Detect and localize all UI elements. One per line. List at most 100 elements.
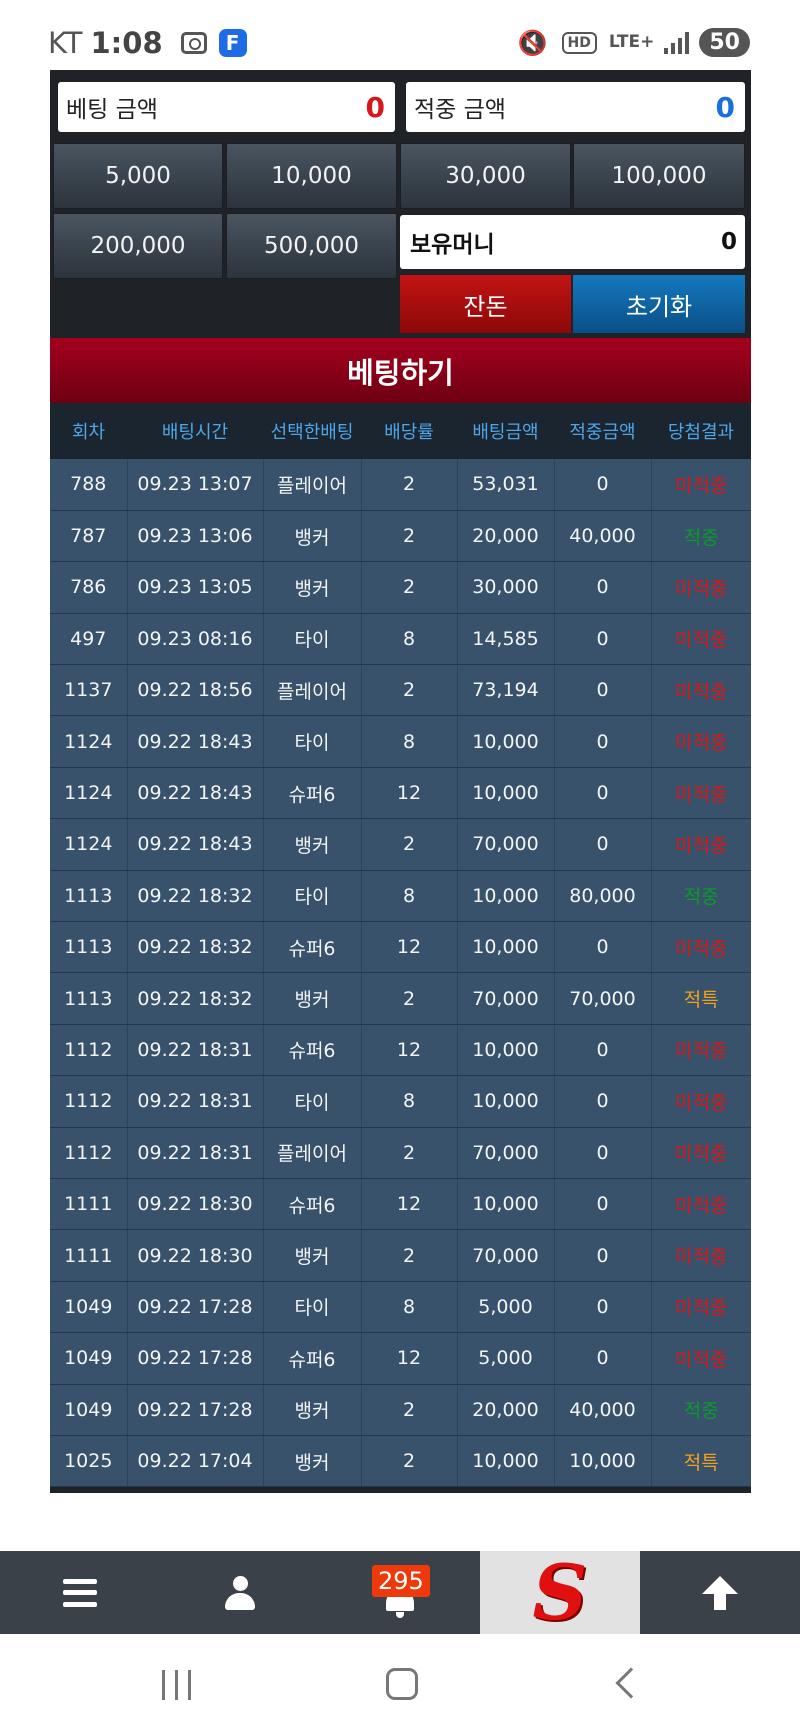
cell-odds: 8 xyxy=(361,1281,458,1334)
cell-result: 미적중 xyxy=(651,1178,751,1231)
cell-result: 미적중 xyxy=(651,715,751,768)
win-amount-label: 적중 금액 xyxy=(414,97,506,123)
cell-bet-amount: 10,000 xyxy=(457,715,555,768)
cell-round: 497 xyxy=(50,613,128,666)
cell-bet-time: 09.22 18:43 xyxy=(127,715,264,768)
cell-odds: 2 xyxy=(361,1229,458,1282)
header-result: 당첨결과 xyxy=(667,422,735,443)
cell-round: 1112 xyxy=(50,1024,128,1077)
notifications-button[interactable]: 295 xyxy=(320,1551,480,1634)
chip-100000-button[interactable]: 100,000 xyxy=(573,143,745,209)
cell-result: 미적중 xyxy=(651,1281,751,1334)
table-row: 1049 09.22 17:28 슈퍼6 12 5,000 0 미적중 xyxy=(50,1332,751,1385)
cell-round: 1049 xyxy=(50,1384,128,1436)
cell-selection: 타이 xyxy=(263,1075,362,1128)
cell-win-amount: 0 xyxy=(554,921,652,974)
cell-selection: 슈퍼6 xyxy=(263,767,362,820)
cell-bet-amount: 70,000 xyxy=(457,972,555,1025)
cell-win-amount: 0 xyxy=(554,1024,652,1077)
table-row: 787 09.23 13:06 뱅커 2 20,000 40,000 적중 xyxy=(50,510,751,563)
cell-odds: 12 xyxy=(361,921,458,974)
cell-result: 미적중 xyxy=(651,459,751,511)
cell-odds: 8 xyxy=(361,1075,458,1128)
cell-bet-time: 09.22 18:43 xyxy=(127,767,264,820)
cell-result: 미적중 xyxy=(651,664,751,717)
table-header-row: 회차 배팅시간 선택한배팅 배당률 배팅금액 적중금액 당첨결과 xyxy=(50,403,751,459)
home-button[interactable] xyxy=(386,1668,418,1700)
cell-selection: 타이 xyxy=(263,1281,362,1334)
cell-bet-time: 09.23 13:06 xyxy=(127,510,264,563)
chip-200000-button[interactable]: 200,000 xyxy=(53,213,223,279)
network-type: LTE+ xyxy=(608,32,655,52)
table-row: 497 09.23 08:16 타이 8 14,585 0 미적중 xyxy=(50,613,751,666)
cell-selection: 뱅커 xyxy=(263,818,362,871)
table-row: 1137 09.22 18:56 플레이어 2 73,194 0 미적중 xyxy=(50,664,751,717)
cell-result: 적중 xyxy=(651,870,751,923)
win-amount-box: 적중 금액 0 xyxy=(406,82,745,132)
cell-selection: 뱅커 xyxy=(263,510,362,563)
menu-button[interactable] xyxy=(0,1551,160,1634)
cell-round: 1025 xyxy=(50,1435,128,1488)
cell-selection: 플레이어 xyxy=(263,459,362,511)
cell-odds: 2 xyxy=(361,1435,458,1488)
cell-bet-amount: 5,000 xyxy=(457,1332,555,1385)
system-nav-bar xyxy=(0,1634,800,1734)
cell-selection: 타이 xyxy=(263,870,362,923)
menu-icon xyxy=(63,1578,97,1607)
profile-button[interactable] xyxy=(160,1551,320,1634)
table-row: 1113 09.22 18:32 뱅커 2 70,000 70,000 적특 xyxy=(50,972,751,1025)
recent-apps-button[interactable] xyxy=(162,1670,191,1700)
betting-panel: 베팅 금액 0 적중 금액 0 5,000 10,000 30,000 100,… xyxy=(50,70,751,1493)
cell-odds: 2 xyxy=(361,972,458,1025)
cell-round: 1049 xyxy=(50,1281,128,1334)
cell-bet-amount: 20,000 xyxy=(457,1384,555,1436)
cell-selection: 뱅커 xyxy=(263,1435,362,1488)
header-bet-amount: 배팅금액 xyxy=(472,422,539,443)
cell-odds: 8 xyxy=(361,715,458,768)
cell-result: 적특 xyxy=(651,972,751,1025)
chip-10000-button[interactable]: 10,000 xyxy=(226,143,397,209)
cell-bet-amount: 20,000 xyxy=(457,510,555,563)
cell-bet-amount: 10,000 xyxy=(457,767,555,820)
screenshot-icon xyxy=(180,32,207,54)
cell-odds: 8 xyxy=(361,870,458,923)
cell-round: 1124 xyxy=(50,715,128,768)
table-row: 1124 09.22 18:43 슈퍼6 12 10,000 0 미적중 xyxy=(50,767,751,820)
cell-result: 미적중 xyxy=(651,1127,751,1179)
cell-win-amount: 0 xyxy=(554,1281,652,1334)
bet-amount-value: 0 xyxy=(365,90,385,124)
chip-30000-button[interactable]: 30,000 xyxy=(400,143,571,209)
cell-bet-amount: 10,000 xyxy=(457,1178,555,1231)
cell-bet-time: 09.23 13:07 xyxy=(127,459,264,511)
cell-selection: 플레이어 xyxy=(263,664,362,717)
cell-bet-amount: 73,194 xyxy=(457,664,555,717)
cell-bet-time: 09.22 18:31 xyxy=(127,1075,264,1128)
change-button[interactable]: 잔돈 xyxy=(400,275,571,333)
cell-round: 1112 xyxy=(50,1127,128,1179)
cell-result: 미적중 xyxy=(651,1332,751,1385)
cell-bet-amount: 70,000 xyxy=(457,1229,555,1282)
table-row: 1049 09.22 17:28 뱅커 2 20,000 40,000 적중 xyxy=(50,1384,751,1436)
chip-5000-button[interactable]: 5,000 xyxy=(53,143,223,209)
cell-round: 1049 xyxy=(50,1332,128,1385)
cell-win-amount: 0 xyxy=(554,459,652,511)
held-money-label: 보유머니 xyxy=(410,232,495,258)
cell-round: 1124 xyxy=(50,767,128,820)
cell-odds: 12 xyxy=(361,1332,458,1385)
bottom-nav: 295 S xyxy=(0,1551,800,1634)
scroll-top-button[interactable] xyxy=(640,1551,800,1634)
logo-button[interactable]: S xyxy=(480,1551,640,1634)
signal-icon xyxy=(664,31,690,54)
cell-odds: 12 xyxy=(361,1024,458,1077)
table-row: 1124 09.22 18:43 뱅커 2 70,000 0 미적중 xyxy=(50,818,751,871)
cell-bet-amount: 70,000 xyxy=(457,818,555,871)
chip-500000-button[interactable]: 500,000 xyxy=(226,213,397,279)
bet-submit-button[interactable]: 베팅하기 xyxy=(50,338,751,403)
win-amount-value: 0 xyxy=(715,90,735,124)
reset-button[interactable]: 초기화 xyxy=(573,275,745,333)
cell-bet-time: 09.22 17:28 xyxy=(127,1384,264,1436)
cell-odds: 2 xyxy=(361,459,458,511)
header-win-amount: 적중금액 xyxy=(569,422,636,443)
back-button[interactable] xyxy=(615,1667,647,1699)
cell-bet-amount: 53,031 xyxy=(457,459,555,511)
